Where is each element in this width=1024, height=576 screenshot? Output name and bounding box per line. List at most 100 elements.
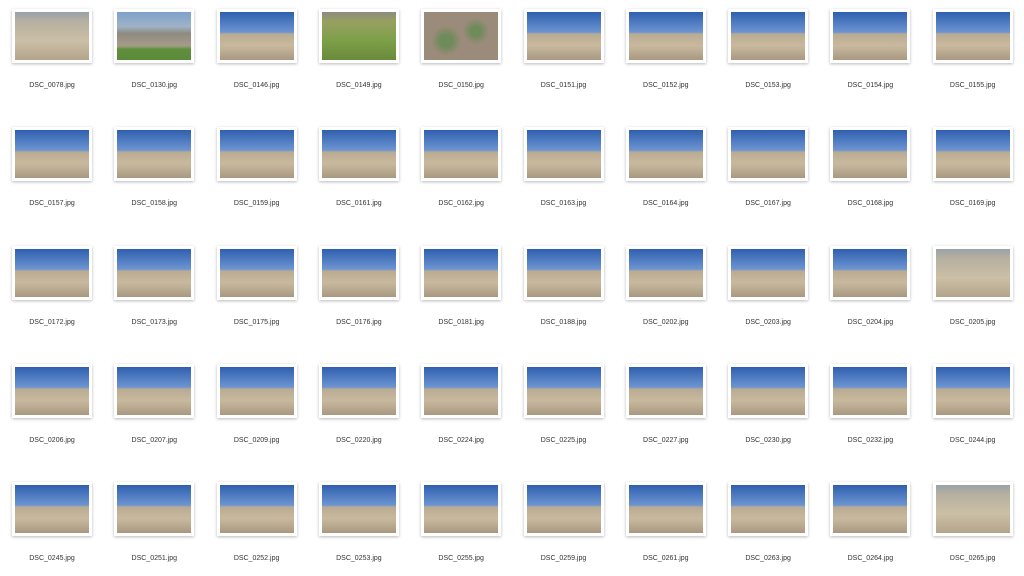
file-item[interactable]: DSC_0130.jpg xyxy=(104,3,204,103)
file-item[interactable]: DSC_0151.jpg xyxy=(514,3,614,103)
thumbnail-frame[interactable] xyxy=(114,363,195,418)
thumbnail-frame[interactable] xyxy=(625,127,706,182)
thumbnail-frame[interactable] xyxy=(421,9,502,63)
file-name-label[interactable]: DSC_0202.jpg xyxy=(616,319,716,326)
file-name-label[interactable]: DSC_0206.jpg xyxy=(2,437,102,444)
file-name-label[interactable]: DSC_0209.jpg xyxy=(207,437,307,444)
file-name-label[interactable]: DSC_0261.jpg xyxy=(616,555,716,562)
file-name-label[interactable]: DSC_0149.jpg xyxy=(309,82,409,89)
thumbnail-frame[interactable] xyxy=(318,482,399,537)
thumbnail-frame[interactable] xyxy=(932,127,1013,182)
file-item[interactable]: DSC_0255.jpg xyxy=(411,476,511,576)
file-item[interactable]: DSC_0155.jpg xyxy=(923,3,1023,103)
thumbnail-frame[interactable] xyxy=(114,482,195,537)
file-item[interactable]: DSC_0225.jpg xyxy=(514,358,614,458)
file-name-label[interactable]: DSC_0168.jpg xyxy=(820,200,920,207)
thumbnail-frame[interactable] xyxy=(318,9,399,63)
file-item[interactable]: DSC_0163.jpg xyxy=(514,121,614,221)
file-name-label[interactable]: DSC_0259.jpg xyxy=(514,555,614,562)
file-item[interactable]: DSC_0261.jpg xyxy=(616,476,716,576)
thumbnail-frame[interactable] xyxy=(625,245,706,300)
thumbnail-frame[interactable] xyxy=(625,482,706,537)
file-item[interactable]: DSC_0173.jpg xyxy=(104,240,204,340)
thumbnail-frame[interactable] xyxy=(523,127,604,182)
file-name-label[interactable]: DSC_0227.jpg xyxy=(616,437,716,444)
file-name-label[interactable]: DSC_0155.jpg xyxy=(923,82,1023,89)
file-name-label[interactable]: DSC_0203.jpg xyxy=(718,319,818,326)
thumbnail-frame[interactable] xyxy=(728,363,809,418)
file-name-label[interactable]: DSC_0151.jpg xyxy=(514,82,614,89)
file-item[interactable]: DSC_0203.jpg xyxy=(718,240,818,340)
thumbnail-frame[interactable] xyxy=(523,363,604,418)
file-name-label[interactable]: DSC_0232.jpg xyxy=(820,437,920,444)
file-name-label[interactable]: DSC_0220.jpg xyxy=(309,437,409,444)
thumbnail-frame[interactable] xyxy=(421,363,502,418)
thumbnail-frame[interactable] xyxy=(12,127,92,182)
file-item[interactable]: DSC_0161.jpg xyxy=(309,121,409,221)
file-name-label[interactable]: DSC_0255.jpg xyxy=(411,555,511,562)
file-name-label[interactable]: DSC_0154.jpg xyxy=(820,82,920,89)
thumbnail-frame[interactable] xyxy=(216,363,297,418)
thumbnail-frame[interactable] xyxy=(421,245,502,300)
file-name-label[interactable]: DSC_0153.jpg xyxy=(718,82,818,89)
file-name-label[interactable]: DSC_0157.jpg xyxy=(2,200,102,207)
thumbnail-frame[interactable] xyxy=(12,9,92,63)
thumbnail-frame[interactable] xyxy=(728,9,809,63)
file-item[interactable]: DSC_0204.jpg xyxy=(820,240,920,340)
file-name-label[interactable]: DSC_0245.jpg xyxy=(2,555,102,562)
file-item[interactable]: DSC_0176.jpg xyxy=(309,240,409,340)
file-name-label[interactable]: DSC_0159.jpg xyxy=(207,200,307,207)
file-name-label[interactable]: DSC_0263.jpg xyxy=(718,555,818,562)
thumbnail-frame[interactable] xyxy=(318,245,399,300)
thumbnail-frame[interactable] xyxy=(523,245,604,300)
thumbnail-frame[interactable] xyxy=(12,482,92,537)
thumbnail-frame[interactable] xyxy=(216,482,297,537)
thumbnail-frame[interactable] xyxy=(318,363,399,418)
thumbnail-frame[interactable] xyxy=(728,127,809,182)
file-item[interactable]: DSC_0153.jpg xyxy=(718,3,818,103)
file-name-label[interactable]: DSC_0253.jpg xyxy=(309,555,409,562)
thumbnail-frame[interactable] xyxy=(625,9,706,63)
file-item[interactable]: DSC_0224.jpg xyxy=(411,358,511,458)
file-name-label[interactable]: DSC_0265.jpg xyxy=(923,555,1023,562)
file-name-label[interactable]: DSC_0146.jpg xyxy=(207,82,307,89)
file-name-label[interactable]: DSC_0205.jpg xyxy=(923,319,1023,326)
file-name-label[interactable]: DSC_0252.jpg xyxy=(207,555,307,562)
file-name-label[interactable]: DSC_0078.jpg xyxy=(2,82,102,89)
file-item[interactable]: DSC_0175.jpg xyxy=(207,240,307,340)
file-name-label[interactable]: DSC_0163.jpg xyxy=(514,200,614,207)
thumbnail-frame[interactable] xyxy=(728,482,809,537)
file-name-label[interactable]: DSC_0244.jpg xyxy=(923,437,1023,444)
thumbnail-frame[interactable] xyxy=(421,482,502,537)
file-name-label[interactable]: DSC_0175.jpg xyxy=(207,319,307,326)
file-item[interactable]: DSC_0188.jpg xyxy=(514,240,614,340)
file-item[interactable]: DSC_0263.jpg xyxy=(718,476,818,576)
file-name-label[interactable]: DSC_0130.jpg xyxy=(104,82,204,89)
file-item[interactable]: DSC_0181.jpg xyxy=(411,240,511,340)
file-name-label[interactable]: DSC_0167.jpg xyxy=(718,200,818,207)
file-item[interactable]: DSC_0264.jpg xyxy=(820,476,920,576)
thumbnail-frame[interactable] xyxy=(114,245,195,300)
thumbnail-frame[interactable] xyxy=(523,482,604,537)
thumbnail-frame[interactable] xyxy=(830,127,911,182)
file-name-label[interactable]: DSC_0224.jpg xyxy=(411,437,511,444)
file-name-label[interactable]: DSC_0176.jpg xyxy=(309,319,409,326)
file-item[interactable]: DSC_0220.jpg xyxy=(309,358,409,458)
thumbnail-frame[interactable] xyxy=(318,127,399,182)
thumbnail-frame[interactable] xyxy=(830,482,911,537)
file-item[interactable]: DSC_0172.jpg xyxy=(2,240,102,340)
file-item[interactable]: DSC_0259.jpg xyxy=(514,476,614,576)
thumbnail-frame[interactable] xyxy=(421,127,502,182)
file-item[interactable]: DSC_0227.jpg xyxy=(616,358,716,458)
thumbnail-frame[interactable] xyxy=(932,482,1013,537)
file-name-label[interactable]: DSC_0225.jpg xyxy=(514,437,614,444)
file-item[interactable]: DSC_0168.jpg xyxy=(820,121,920,221)
file-name-label[interactable]: DSC_0162.jpg xyxy=(411,200,511,207)
file-item[interactable]: DSC_0159.jpg xyxy=(207,121,307,221)
file-item[interactable]: DSC_0209.jpg xyxy=(207,358,307,458)
file-item[interactable]: DSC_0252.jpg xyxy=(207,476,307,576)
thumbnail-frame[interactable] xyxy=(625,363,706,418)
thumbnail-frame[interactable] xyxy=(12,245,92,300)
thumbnail-frame[interactable] xyxy=(216,245,297,300)
file-item[interactable]: DSC_0078.jpg xyxy=(2,3,102,103)
